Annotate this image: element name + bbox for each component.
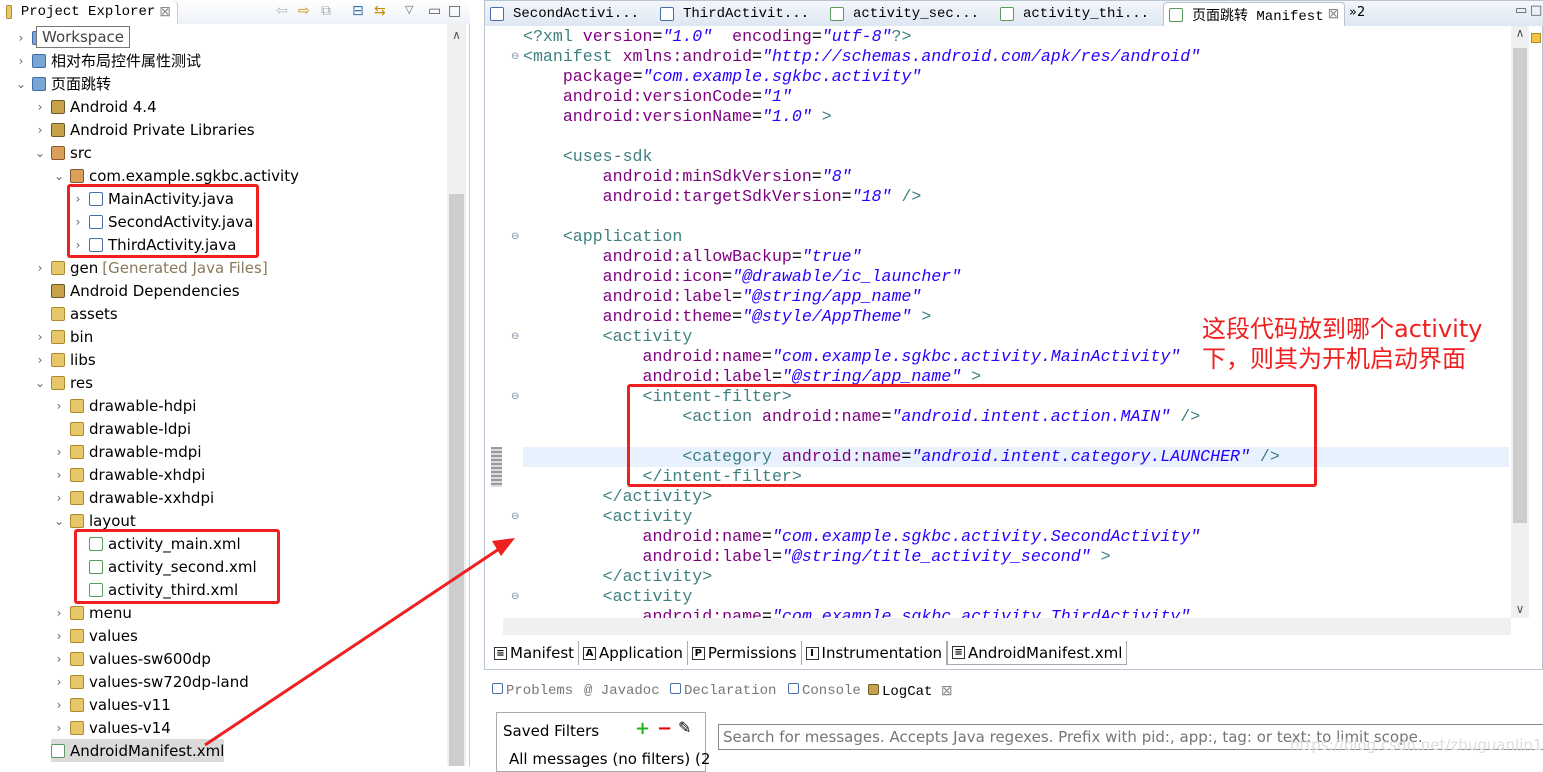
annotation-text: 这段代码放到哪个activity 下，则其为开机启动界面: [1202, 314, 1482, 374]
annotation-line: 下，则其为开机启动界面: [1202, 345, 1466, 373]
annotation-arrow: [204, 538, 515, 747]
annotation-line: 这段代码放到哪个activity: [1202, 315, 1483, 343]
